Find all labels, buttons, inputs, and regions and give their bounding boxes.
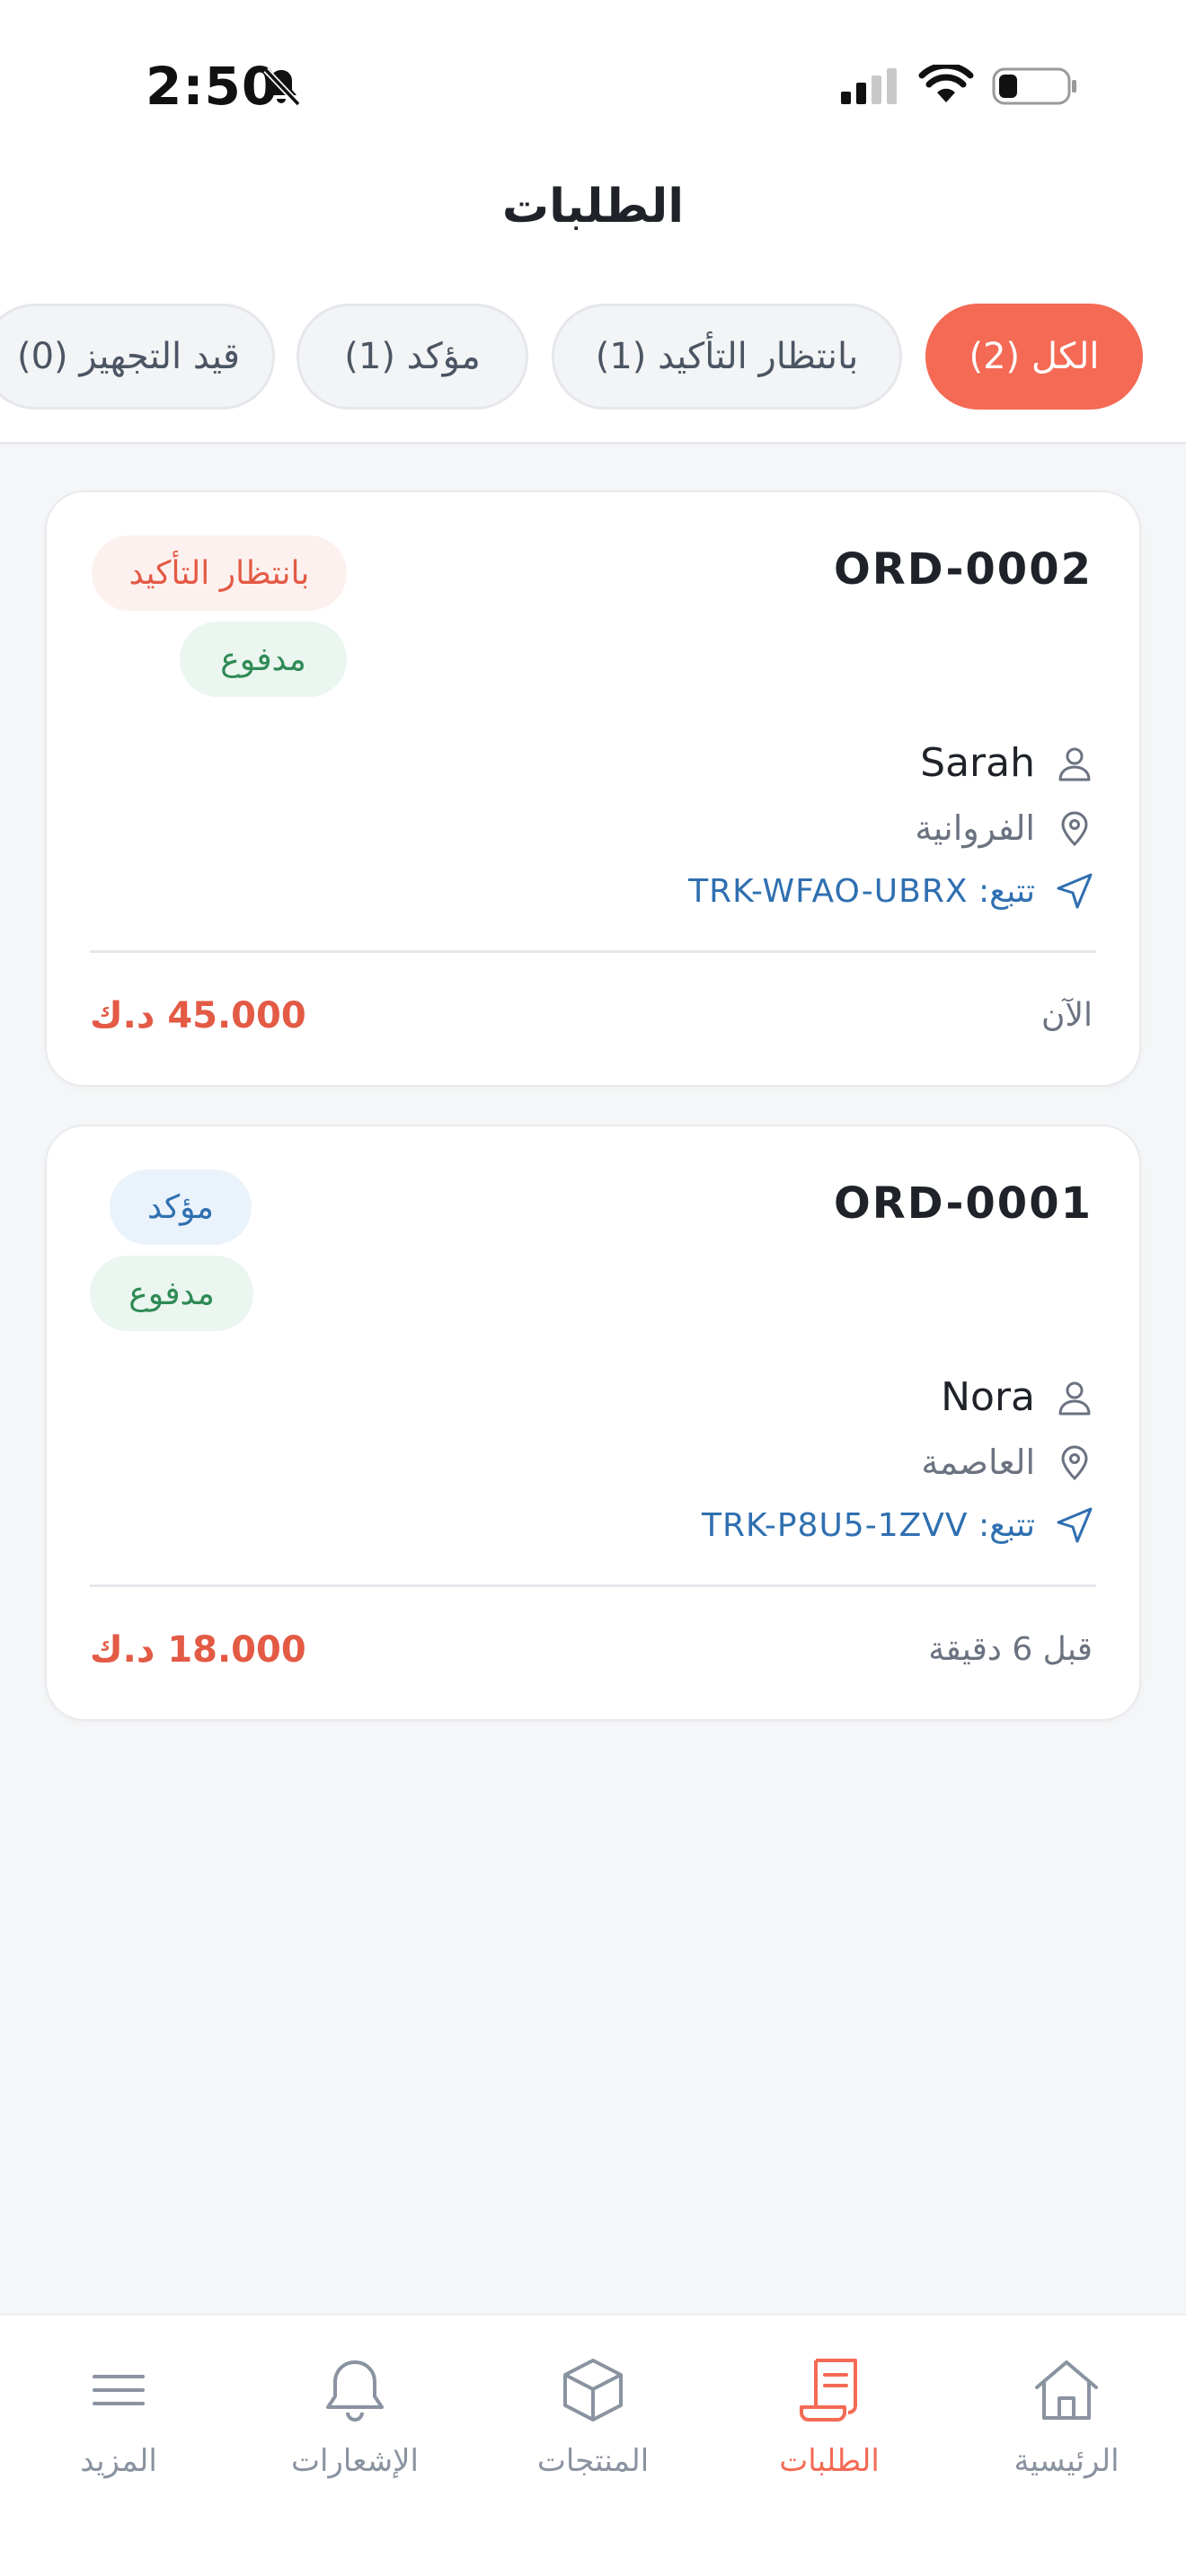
nav-more-label: المزيد xyxy=(80,2443,157,2479)
order-card[interactable]: ORD-0002 بانتظار التأكيد مدفوع Sarah الف… xyxy=(45,490,1141,1087)
payment-badge: مدفوع xyxy=(180,622,347,697)
area-name: الفروانية xyxy=(915,808,1035,848)
navigation-arrow-icon xyxy=(1057,1507,1093,1543)
order-card[interactable]: ORD-0001 مؤكد مدفوع Nora العاصمة تتبع: T… xyxy=(45,1125,1141,1721)
filter-tabs: الكل (2) بانتظار التأكيد (1) مؤكد (1) قي… xyxy=(0,304,1186,411)
tab-confirmed[interactable]: مؤكد (1) xyxy=(296,304,528,410)
tracking-code[interactable]: تتبع: TRK-WFAO-UBRX xyxy=(688,873,1035,910)
order-time: قبل 6 دقيقة xyxy=(928,1631,1093,1668)
payment-badge: مدفوع xyxy=(90,1256,253,1331)
nav-notifications-label: الإشعارات xyxy=(291,2443,419,2479)
area-name: العاصمة xyxy=(921,1442,1035,1482)
nav-products-label: المنتجات xyxy=(536,2443,650,2479)
tab-all[interactable]: الكل (2) xyxy=(925,304,1143,410)
navigation-arrow-icon xyxy=(1057,873,1093,909)
nav-notifications[interactable]: الإشعارات xyxy=(252,2353,458,2479)
card-divider xyxy=(90,950,1096,953)
order-time: الآن xyxy=(1041,997,1093,1034)
menu-icon xyxy=(93,2375,145,2405)
tab-preparing[interactable]: قيد التجهيز (0) xyxy=(0,304,275,410)
customer-name: Sarah xyxy=(920,740,1035,786)
top-area: 2:50 الطلبات الكل (2) بانتظار التأكيد (1… xyxy=(0,0,1186,445)
tab-pending-confirmation[interactable]: بانتظار التأكيد (1) xyxy=(552,304,902,410)
order-id: ORD-0002 xyxy=(833,544,1093,595)
receipt-icon xyxy=(800,2359,857,2422)
order-id: ORD-0001 xyxy=(833,1178,1093,1229)
bottom-navigation: الرئيسية الطلبات المنتجات الإشعارات المز… xyxy=(0,2314,1186,2576)
customer-name: Nora xyxy=(941,1374,1035,1420)
battery-icon xyxy=(992,67,1076,105)
tracking-row[interactable]: تتبع: TRK-P8U5-1ZVV xyxy=(702,1505,1094,1545)
location-pin-icon xyxy=(1061,811,1088,847)
nav-orders-label: الطلبات xyxy=(779,2443,880,2479)
nav-home-label: الرئيسية xyxy=(1013,2443,1120,2479)
status-bar: 2:50 xyxy=(0,0,1186,171)
bell-icon xyxy=(326,2360,384,2422)
nav-orders[interactable]: الطلبات xyxy=(726,2353,933,2479)
user-icon xyxy=(1058,747,1091,781)
box-icon xyxy=(563,2359,623,2422)
nav-more[interactable]: المزيد xyxy=(15,2353,222,2479)
tracking-code[interactable]: تتبع: TRK-P8U5-1ZVV xyxy=(702,1507,1035,1544)
status-badge: مؤكد xyxy=(110,1169,252,1245)
nav-products[interactable]: المنتجات xyxy=(490,2353,696,2479)
bell-off-icon xyxy=(263,67,301,107)
order-amount: 45.000 د.ك xyxy=(90,995,306,1037)
order-amount: 18.000 د.ك xyxy=(90,1629,306,1671)
card-divider xyxy=(90,1584,1096,1587)
wifi-icon xyxy=(918,65,974,102)
tracking-row[interactable]: تتبع: TRK-WFAO-UBRX xyxy=(688,871,1094,911)
home-icon xyxy=(1035,2360,1098,2420)
area-row: العاصمة xyxy=(921,1442,1094,1482)
nav-home[interactable]: الرئيسية xyxy=(963,2353,1170,2479)
customer-row: Nora xyxy=(941,1374,1094,1420)
customer-row: Sarah xyxy=(920,740,1094,786)
status-badge: بانتظار التأكيد xyxy=(92,535,347,611)
page-title: الطلبات xyxy=(501,180,685,234)
cellular-signal-icon xyxy=(841,68,897,104)
location-pin-icon xyxy=(1061,1445,1088,1481)
area-row: الفروانية xyxy=(915,808,1094,848)
user-icon xyxy=(1058,1381,1091,1415)
